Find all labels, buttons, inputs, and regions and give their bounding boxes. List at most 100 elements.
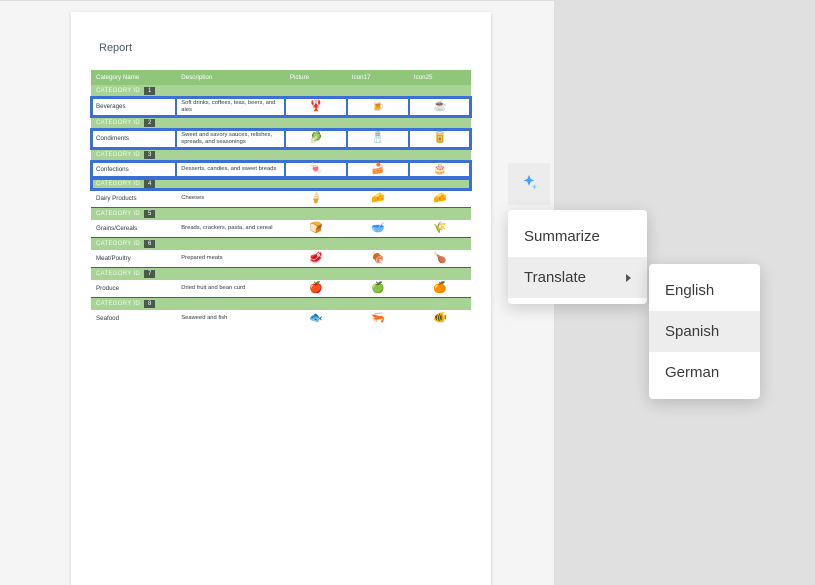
category-label: CATEGORY ID [96, 211, 140, 217]
category-header-row[interactable]: CATEGORY ID1 [91, 85, 471, 97]
cell-description: Seaweed and fish [176, 310, 285, 327]
menu-label: English [665, 282, 714, 299]
category-icon25-icon: 🐠 [433, 312, 447, 324]
cell-name: Produce [91, 280, 176, 298]
page-title: Report [99, 42, 471, 54]
category-icon25-icon: 🥫 [433, 132, 447, 144]
cell-picture: 🦞 [285, 97, 347, 117]
cell-name: Dairy Products [91, 190, 176, 208]
category-picture-icon: 🦞 [309, 100, 323, 112]
col-description: Description [176, 70, 285, 85]
cell-icon25: 🎂 [409, 161, 471, 178]
cell-icon17: 🧂 [347, 129, 409, 149]
category-header-row[interactable]: CATEGORY ID7 [91, 267, 471, 280]
cell-picture: 🍦 [285, 190, 347, 208]
table-row[interactable]: SeafoodSeaweed and fish 🐟 🦐 🐠 [91, 310, 471, 327]
cell-name: Confections [91, 161, 176, 178]
cell-picture: 🍎 [285, 280, 347, 298]
category-header-row[interactable]: CATEGORY ID8 [91, 297, 471, 310]
menu-item-lang-german[interactable]: German [649, 352, 760, 393]
category-picture-icon: 🐟 [309, 312, 323, 324]
cell-name: Meat/Poultry [91, 250, 176, 268]
category-id: 3 [144, 151, 155, 159]
cell-icon25: 🐠 [409, 310, 471, 327]
table-row[interactable]: ProduceDried fruit and bean curd🍎🍏🍊 [91, 280, 471, 298]
cell-icon17: 🍖 [347, 250, 409, 268]
category-icon17-icon: 🦐 [371, 312, 385, 324]
cell-description: Desserts, candies, and sweet breads [176, 161, 285, 178]
category-icon17-icon: 🍏 [371, 282, 385, 294]
category-header-row[interactable]: CATEGORY ID 2 [91, 117, 471, 129]
category-icon17-icon: 🥣 [371, 222, 385, 234]
category-id: 4 [144, 180, 155, 188]
category-icon25-icon: 🍊 [433, 282, 447, 294]
col-icon25: Icon25 [409, 70, 471, 85]
category-picture-icon: 🍦 [309, 192, 323, 204]
menu-label: German [665, 364, 719, 381]
col-icon17: Icon17 [347, 70, 409, 85]
category-id: 6 [144, 240, 155, 248]
cell-picture: 🍞 [285, 220, 347, 238]
category-id: 7 [144, 270, 155, 278]
cell-description: Sweet and savory sauces, relishes, sprea… [176, 129, 285, 149]
table-row[interactable]: ConfectionsDesserts, candies, and sweet … [91, 161, 471, 178]
cell-description: Prepared meats [176, 250, 285, 268]
category-icon17-icon: 🍺 [371, 100, 385, 112]
col-category: Category Name [91, 70, 176, 85]
category-icon25-icon: 🍗 [433, 252, 447, 264]
category-id: 2 [144, 119, 155, 127]
category-label: CATEGORY ID [96, 120, 140, 126]
sparkle-icon [518, 173, 540, 195]
cell-icon25: 🍊 [409, 280, 471, 298]
cell-icon17: 🧀 [347, 190, 409, 208]
cell-icon17: 🍏 [347, 280, 409, 298]
report-table: Category Name Description Picture Icon17… [91, 70, 471, 327]
category-header-row[interactable]: CATEGORY ID5 [91, 207, 471, 220]
category-icon25-icon: 🧀 [433, 192, 447, 204]
category-header-row[interactable]: CATEGORY ID4 [91, 178, 471, 190]
category-picture-icon: 🥩 [309, 252, 323, 264]
category-picture-icon: 🍎 [309, 282, 323, 294]
category-picture-icon: 🍬 [309, 163, 323, 175]
category-icon17-icon: 🍰 [371, 163, 385, 175]
cell-icon17: 🍰 [347, 161, 409, 178]
cell-icon17: 🥣 [347, 220, 409, 238]
cell-icon25: ☕ [409, 97, 471, 117]
category-icon17-icon: 🍖 [371, 252, 385, 264]
col-picture: Picture [285, 70, 347, 85]
cell-description: Soft drinks, coffees, teas, beers, and a… [176, 97, 285, 117]
cell-icon25: 🥫 [409, 129, 471, 149]
category-header-row[interactable]: CATEGORY ID 3 [91, 149, 471, 161]
cell-icon17: 🍺 [347, 97, 409, 117]
cell-picture: 🥩 [285, 250, 347, 268]
table-row[interactable]: BeveragesSoft drinks, coffees, teas, bee… [91, 97, 471, 117]
category-picture-icon: 🥬 [309, 132, 323, 144]
table-row[interactable]: Grains/CerealsBreads, crackers, pasta, a… [91, 220, 471, 238]
category-label: CATEGORY ID [96, 88, 140, 94]
category-picture-icon: 🍞 [309, 222, 323, 234]
cell-name: Condiments [91, 129, 176, 149]
table-row[interactable]: Meat/PoultryPrepared meats 🥩 🍖 🍗 [91, 250, 471, 268]
cell-icon25: 🍗 [409, 250, 471, 268]
category-header-row[interactable]: CATEGORY ID6 [91, 237, 471, 250]
menu-item-lang-english[interactable]: English [649, 270, 760, 311]
ai-assist-button[interactable] [508, 163, 550, 205]
report-page: Report Category Name Description Picture… [71, 12, 491, 585]
category-icon17-icon: 🧀 [371, 192, 385, 204]
cell-description: Cheeses [176, 190, 285, 208]
menu-item-summarize[interactable]: Summarize [508, 216, 647, 257]
category-icon25-icon: ☕ [433, 100, 447, 112]
menu-label: Summarize [524, 228, 600, 245]
menu-item-lang-spanish[interactable]: Spanish [649, 311, 760, 352]
category-label: CATEGORY ID [96, 152, 140, 158]
cell-picture: 🥬 [285, 129, 347, 149]
cell-name: Seafood [91, 310, 176, 327]
cell-name: Grains/Cereals [91, 220, 176, 238]
category-icon17-icon: 🧂 [371, 132, 385, 144]
category-id: 8 [144, 300, 155, 308]
menu-item-translate[interactable]: Translate [508, 257, 647, 298]
translate-submenu: English Spanish German [649, 264, 760, 399]
table-row[interactable]: CondimentsSweet and savory sauces, relis… [91, 129, 471, 149]
table-row[interactable]: Dairy ProductsCheeses 🍦 🧀 🧀 [91, 190, 471, 208]
menu-label: Spanish [665, 323, 719, 340]
